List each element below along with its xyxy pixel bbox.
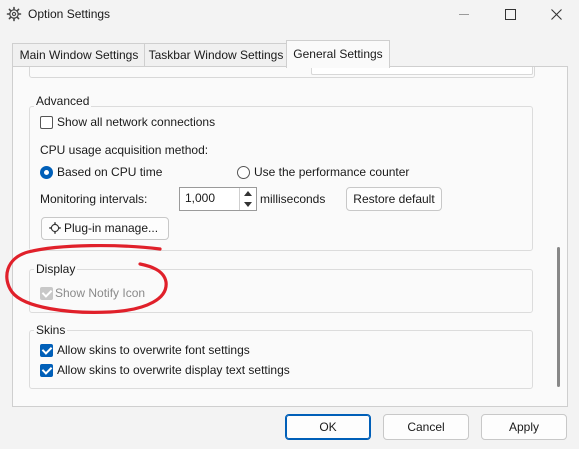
show-notify-icon-label[interactable]: Show Notify Icon (55, 286, 145, 300)
maximize-icon (504, 8, 516, 20)
skins-group-title: Skins (34, 323, 68, 337)
show-all-network-checkbox[interactable] (40, 116, 53, 129)
ok-button[interactable]: OK (285, 414, 371, 440)
minimize-icon (459, 13, 469, 15)
stepper-arrows[interactable] (239, 188, 256, 210)
overwrite-font-label[interactable]: Allow skins to overwrite font settings (57, 343, 250, 357)
display-group-title: Display (34, 262, 78, 276)
general-settings-panel: Advanced Show all network connections CP… (12, 66, 568, 407)
close-button[interactable] (533, 0, 579, 28)
monitoring-interval-stepper[interactable]: 1,000 (179, 187, 257, 211)
plugin-manage-label: Plug-in manage... (63, 221, 159, 235)
plugin-manage-button[interactable]: Plug-in manage... (41, 217, 169, 240)
vertical-scrollbar[interactable] (551, 67, 567, 406)
overwrite-text-checkbox[interactable] (40, 364, 53, 377)
cpu-method-label: CPU usage acquisition method: (40, 143, 209, 157)
stepper-up-icon[interactable] (244, 191, 252, 196)
close-icon (550, 8, 562, 20)
cpu-time-label[interactable]: Based on CPU time (57, 165, 162, 179)
monitoring-interval-label: Monitoring intervals: (40, 192, 148, 206)
restore-default-button[interactable]: Restore default (346, 187, 442, 211)
skins-group (29, 330, 533, 389)
tab-taskbar-window-settings[interactable]: Taskbar Window Settings (144, 43, 288, 67)
tab-main-window-settings[interactable]: Main Window Settings (12, 43, 146, 67)
tab-general-settings[interactable]: General Settings (286, 40, 390, 68)
show-notify-icon-checkbox[interactable] (40, 287, 53, 300)
cancel-button[interactable]: Cancel (383, 414, 469, 440)
minimize-button[interactable] (441, 0, 487, 28)
scrollbar-thumb[interactable] (557, 247, 560, 387)
monitoring-interval-value[interactable]: 1,000 (185, 191, 215, 205)
monitoring-unit-label: milliseconds (260, 192, 326, 206)
overwrite-text-label[interactable]: Allow skins to overwrite display text se… (57, 363, 290, 377)
show-all-network-label[interactable]: Show all network connections (57, 115, 215, 129)
gear-icon (6, 6, 22, 22)
perf-counter-label[interactable]: Use the performance counter (254, 165, 409, 179)
plugin-gear-icon (49, 222, 61, 234)
window-title: Option Settings (28, 7, 111, 21)
maximize-button[interactable] (487, 0, 533, 28)
apply-button[interactable]: Apply (481, 414, 567, 440)
title-bar: Option Settings (0, 0, 579, 30)
settings-scroll-area: Advanced Show all network connections CP… (13, 67, 551, 406)
overwrite-font-checkbox[interactable] (40, 344, 53, 357)
advanced-group-title: Advanced (34, 94, 92, 108)
perf-counter-radio[interactable] (237, 166, 250, 179)
stepper-down-icon[interactable] (244, 202, 252, 207)
cpu-time-radio[interactable] (40, 166, 53, 179)
